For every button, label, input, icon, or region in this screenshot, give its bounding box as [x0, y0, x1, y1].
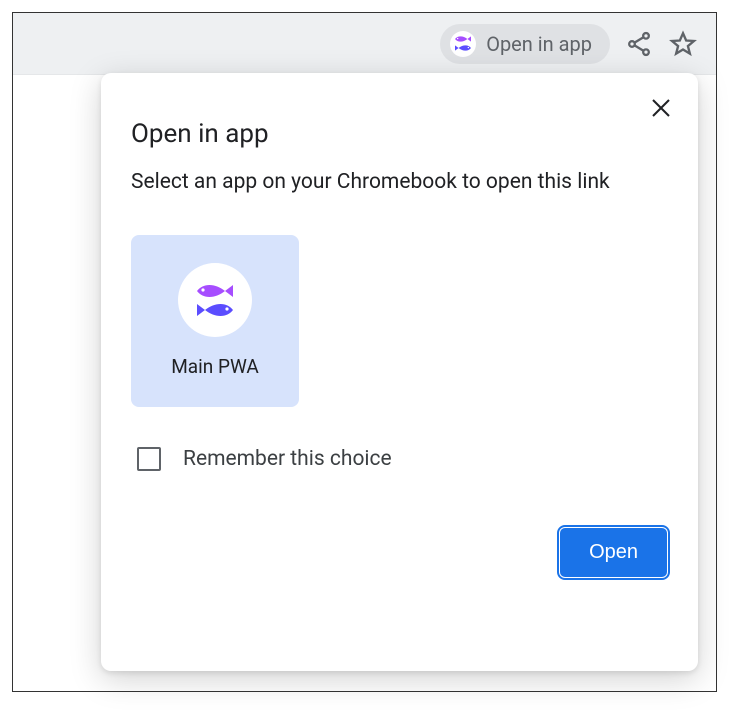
dialog-title: Open in app [131, 119, 668, 149]
omnibar: Open in app [13, 13, 716, 75]
fish-icon [450, 31, 476, 57]
app-tile-label: Main PWA [171, 355, 259, 378]
chip-label: Open in app [486, 32, 592, 56]
dialog-description: Select an app on your Chromebook to open… [131, 167, 646, 199]
app-tile-main-pwa[interactable]: Main PWA [131, 235, 299, 407]
open-in-app-dialog: Open in app Select an app on your Chrome… [101, 73, 698, 671]
open-button[interactable]: Open [559, 527, 668, 578]
remember-checkbox[interactable] [137, 447, 161, 471]
close-icon[interactable] [644, 91, 678, 125]
remember-label: Remember this choice [183, 447, 392, 471]
open-in-app-chip[interactable]: Open in app [440, 24, 610, 64]
remember-choice-row[interactable]: Remember this choice [137, 447, 668, 471]
browser-frame: Open in app Open in app Select an app on… [12, 12, 717, 692]
fish-icon [178, 263, 252, 337]
share-icon[interactable] [624, 29, 654, 59]
dialog-button-row: Open [131, 527, 668, 578]
star-icon[interactable] [668, 29, 698, 59]
